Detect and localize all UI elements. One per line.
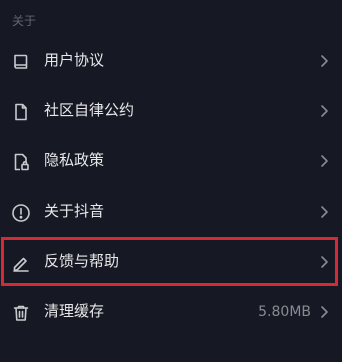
chevron-right-icon	[319, 304, 329, 320]
book-icon	[11, 52, 31, 72]
settings-item-feedback-help[interactable]: 反馈与帮助	[0, 237, 342, 287]
settings-item-label: 隐私政策	[44, 151, 105, 169]
settings-item-community-rules[interactable]: 社区自律公约	[0, 86, 342, 136]
pencil-icon	[11, 253, 31, 273]
section-header-about: 关于	[12, 14, 37, 28]
trash-icon	[11, 303, 31, 323]
chevron-right-icon	[319, 153, 329, 169]
settings-item-label: 反馈与帮助	[44, 252, 120, 270]
settings-item-label: 关于抖音	[44, 202, 105, 220]
settings-item-user-agreement[interactable]: 用户协议	[0, 36, 342, 86]
settings-item-label: 社区自律公约	[44, 101, 135, 119]
settings-item-label: 清理缓存	[44, 302, 105, 320]
settings-item-clear-cache[interactable]: 清理缓存 5.80MB	[0, 287, 342, 337]
document-icon	[11, 102, 31, 122]
chevron-right-icon	[319, 103, 329, 119]
chevron-right-icon	[319, 204, 329, 220]
chevron-right-icon	[319, 254, 329, 270]
chevron-right-icon	[319, 53, 329, 69]
settings-item-privacy-policy[interactable]: 隐私政策	[0, 136, 342, 186]
settings-item-label: 用户协议	[44, 51, 105, 69]
cache-size-value: 5.80MB	[258, 304, 311, 320]
settings-item-about-douyin[interactable]: 关于抖音	[0, 187, 342, 237]
settings-screen: 关于 用户协议 社区自律公约 隐私政策 关于抖音 反馈与帮助 清理缓存 5.80…	[0, 0, 342, 362]
privacy-lock-document-icon	[11, 152, 31, 172]
exclamation-circle-icon	[11, 203, 31, 223]
